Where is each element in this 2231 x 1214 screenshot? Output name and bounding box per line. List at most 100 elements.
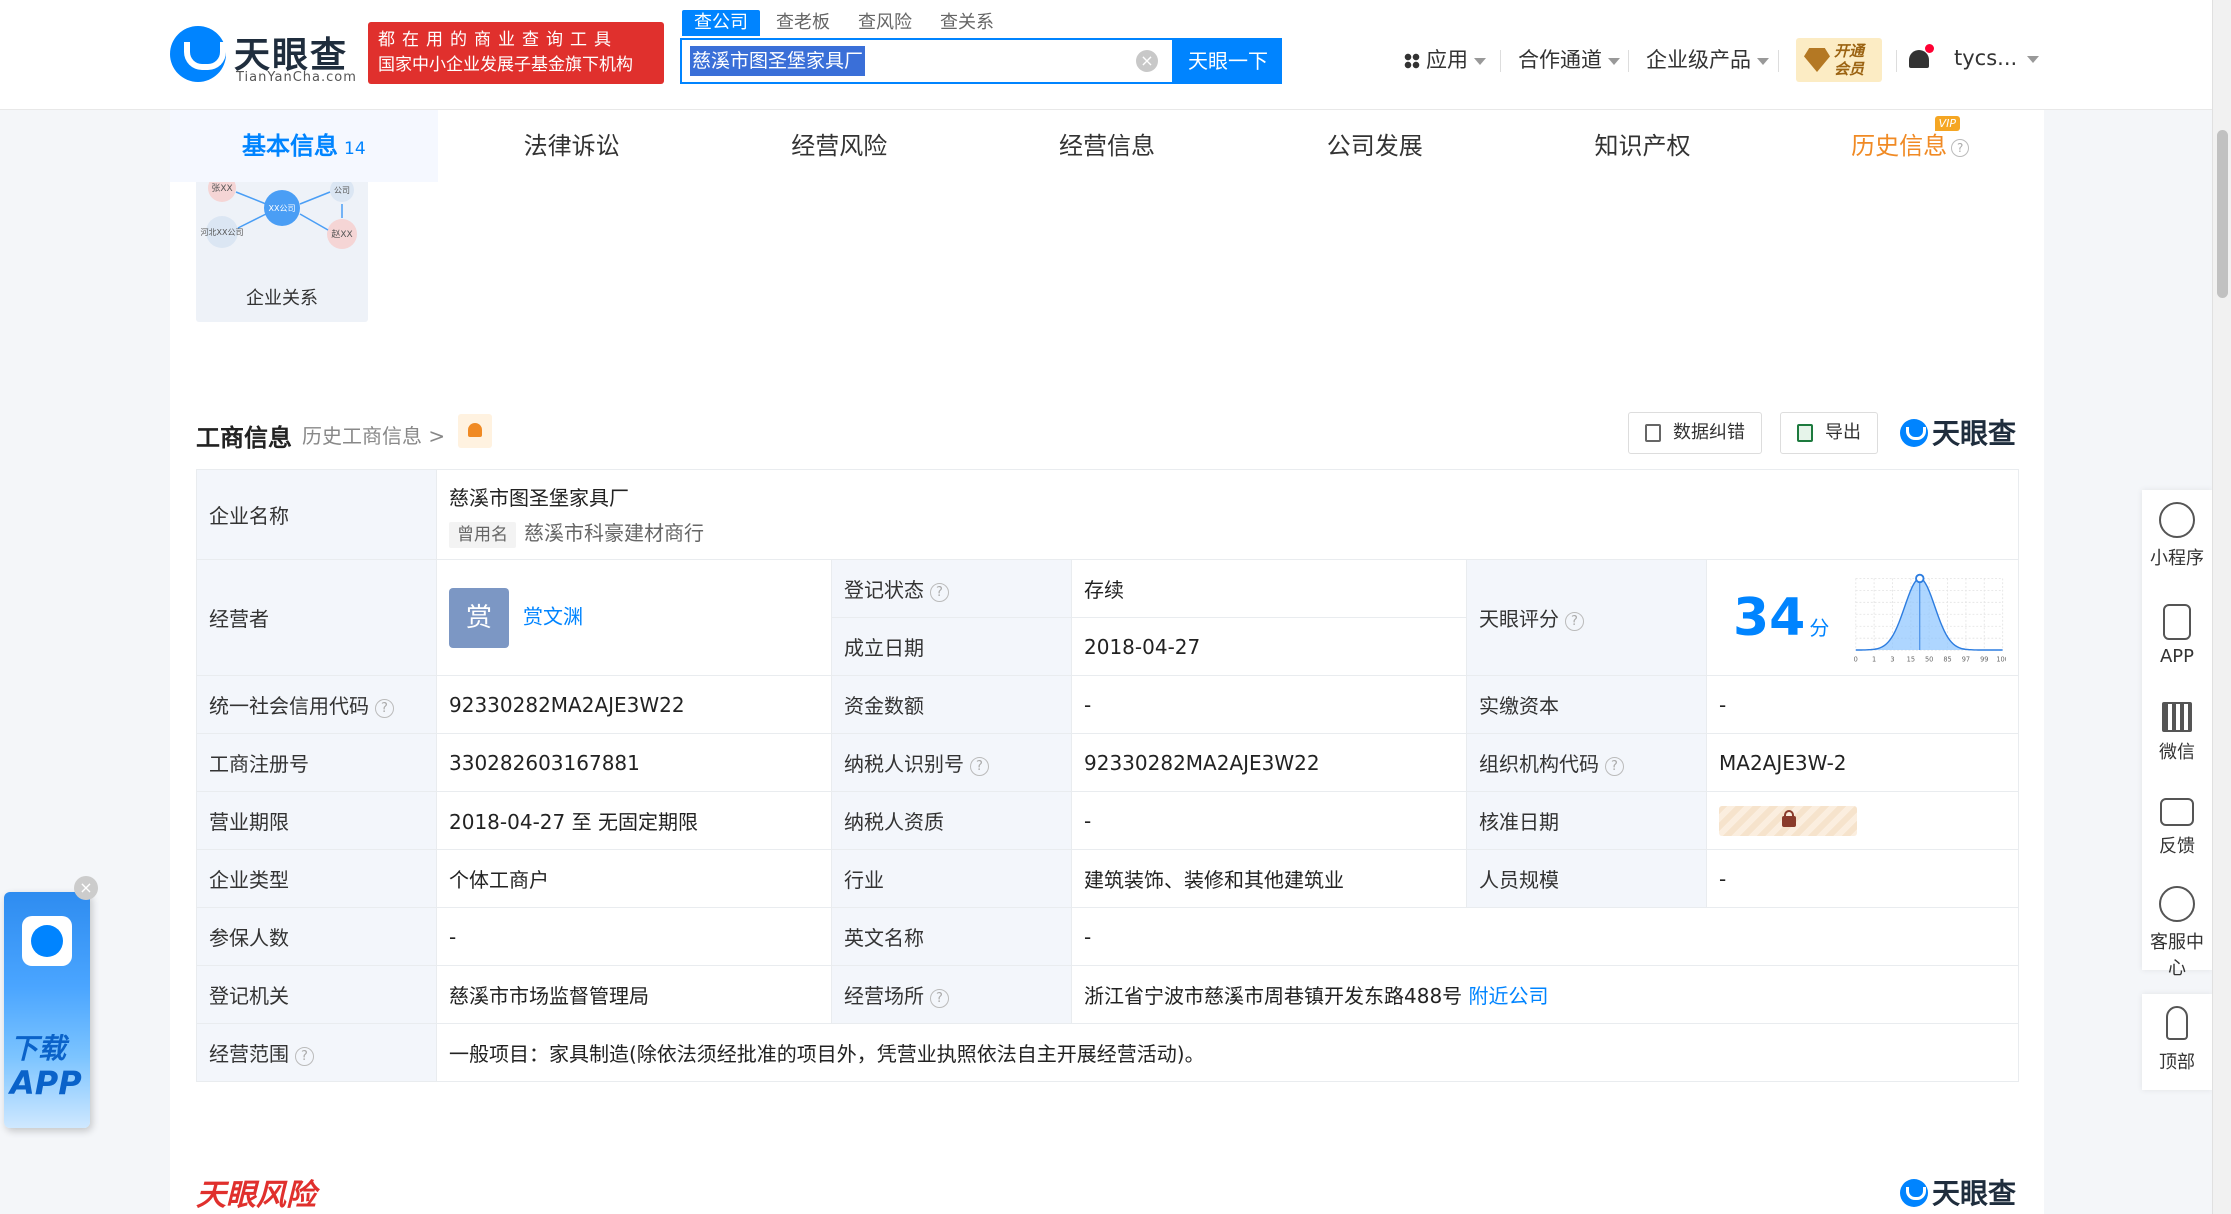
insured-value: - [436,907,832,966]
chart-x-tick: 100 [1996,655,2006,663]
download-app-card[interactable]: 下载 APP [4,892,90,1128]
operator-label: 经营者 [196,559,437,676]
chevron-down-icon [1757,57,1769,65]
help-icon[interactable]: ? [930,583,949,602]
reg-no-label: 工商注册号 [196,733,437,792]
tab-operation-risk[interactable]: 经营风险 [705,110,973,182]
headset-icon [2159,886,2195,922]
download-app-widget[interactable]: 下载 APP × [0,876,100,1130]
found-date-label: 成立日期 [831,617,1072,676]
main-card: 张XX XX公司 公司 河北XX公司 赵XX 企业关系 工商信息 历史工商信息 … [170,182,2044,1214]
user-menu[interactable]: tycs... [1954,46,2040,70]
close-icon[interactable]: × [74,876,98,900]
industry-label: 行业 [831,849,1072,908]
excel-icon [1797,424,1813,442]
search-tab-relation[interactable]: 查关系 [928,10,1006,36]
table-row: 参保人数 - 英文名称 - [196,907,2019,966]
page-scrollbar[interactable] [2212,0,2231,1214]
top-bar: 天眼查 TianYanCha.com 都在用的商业查询工具 国家中小企业发展子基… [0,0,2231,110]
score-cell[interactable]: 34分 0 1 3 15 50 85 97 99 100 [1706,559,2019,676]
authority-value: 慈溪市市场监督管理局 [436,965,832,1024]
download-app-text: 下载 APP [10,1032,82,1102]
notification-bell-icon[interactable] [1908,44,1934,72]
search-button[interactable]: 天眼一下 [1174,38,1282,84]
help-icon[interactable]: ? [375,699,394,718]
risk-section-title: 天眼风险 [196,1178,316,1213]
side-mini-program[interactable]: 小程序 [2142,502,2212,570]
chart-x-tick: 0 [1853,655,1857,663]
tab-ip[interactable]: 知识产权 [1509,110,1777,182]
help-icon[interactable]: ? [1605,757,1624,776]
vip-open-button[interactable]: 开通 会员 [1796,38,1882,82]
relation-node-label: 公司 [334,186,350,195]
logo-domain: TianYanCha.com [236,70,357,85]
export-button[interactable]: 导出 [1780,412,1878,454]
tab-development[interactable]: 公司发展 [1241,110,1509,182]
logo[interactable]: 天眼查 TianYanCha.com [170,26,360,86]
vip-lock-icon[interactable] [1719,805,1857,836]
help-icon[interactable]: ? [295,1047,314,1066]
table-row: 统一社会信用代码? 92330282MA2AJE3W22 资金数额 - 实缴资本… [196,675,2019,734]
chart-x-tick: 15 [1906,655,1914,663]
nav-enterprise-label: 企业级产品 [1646,48,1751,72]
side-service[interactable]: 客服中心 [2142,886,2212,980]
tab-basic-info[interactable]: 基本信息 14 [170,110,438,182]
qrcode-icon [2162,702,2192,732]
english-name-value: - [1071,907,2019,966]
capital-label: 资金数额 [831,675,1072,734]
edit-doc-icon [1645,424,1661,442]
operator-link[interactable]: 赏文渊 [523,604,583,628]
scope-label: 经营范围? [196,1023,437,1082]
chart-x-tick: 97 [1961,655,1969,663]
nav-partner[interactable]: 合作通道 [1518,46,1620,74]
tab-operation-info[interactable]: 经营信息 [973,110,1241,182]
slogan-line-1: 都在用的商业查询工具 [378,30,618,50]
tab-history[interactable]: 历史信息? VIP [1776,110,2044,182]
org-code-label: 组织机构代码? [1466,733,1707,792]
tab-legal[interactable]: 法律诉讼 [438,110,706,182]
score-distribution-chart: 0 1 3 15 50 85 97 99 100 [1853,573,2006,663]
found-date-value: 2018-04-27 [1071,617,1467,676]
side-app[interactable]: APP [2142,604,2212,667]
help-icon[interactable]: ? [970,757,989,776]
back-to-top-button[interactable]: 顶部 [2142,994,2212,1090]
scrollbar-thumb[interactable] [2217,130,2228,298]
nav-enterprise[interactable]: 企业级产品 [1646,46,1769,74]
table-row: 营业期限 2018-04-27 至 无固定期限 纳税人资质 - 核准日期 [196,791,2019,850]
staff-label: 人员规模 [1466,849,1707,908]
search-tab-boss[interactable]: 查老板 [764,10,842,36]
history-business-info-link[interactable]: 历史工商信息 > [302,420,445,449]
address-label: 经营场所? [831,965,1072,1024]
operator-cell: 赏赏文渊 [436,559,832,676]
company-name-label: 企业名称 [196,469,437,560]
data-correction-button[interactable]: 数据纠错 [1628,412,1762,454]
monitor-bell-icon[interactable] [458,414,492,448]
alias-tag: 曾用名 [449,521,516,548]
nav-apps[interactable]: 应用 [1404,46,1486,74]
app-logo-icon [22,916,72,966]
clear-icon[interactable]: × [1136,50,1158,72]
help-icon[interactable]: ? [930,989,949,1008]
chart-x-tick: 85 [1943,655,1951,663]
credit-code-value: 92330282MA2AJE3W22 [436,675,832,734]
side-feedback[interactable]: 反馈 [2142,798,2212,858]
nearby-companies-link[interactable]: 附近公司 [1469,984,1549,1008]
logo-eye-icon [170,26,226,82]
vip-label: 开通 会员 [1834,42,1865,78]
enterprise-relation-tile[interactable]: 张XX XX公司 公司 河北XX公司 赵XX 企业关系 [196,182,368,322]
paid-capital-label: 实缴资本 [1466,675,1707,734]
chart-x-tick: 3 [1890,655,1894,663]
search-tab-risk[interactable]: 查风险 [846,10,924,36]
side-wechat[interactable]: 微信 [2142,702,2212,764]
type-label: 企业类型 [196,849,437,908]
unread-dot [1925,44,1934,53]
reg-no-value: 330282603167881 [436,733,832,792]
help-icon[interactable]: ? [1565,612,1584,631]
insured-label: 参保人数 [196,907,437,966]
rocket-icon [2166,1006,2188,1040]
search-input[interactable]: 慈溪市图圣堡家具厂 [690,46,866,76]
business-info-table: 企业名称 慈溪市图圣堡家具厂 曾用名 慈溪市科豪建材商行 经营者 赏赏文渊 登记状… [196,469,2019,1082]
search-tab-company[interactable]: 查公司 [682,10,760,36]
tab-count: 14 [344,139,366,159]
table-row: 企业名称 慈溪市图圣堡家具厂 曾用名 慈溪市科豪建材商行 [196,469,2019,560]
